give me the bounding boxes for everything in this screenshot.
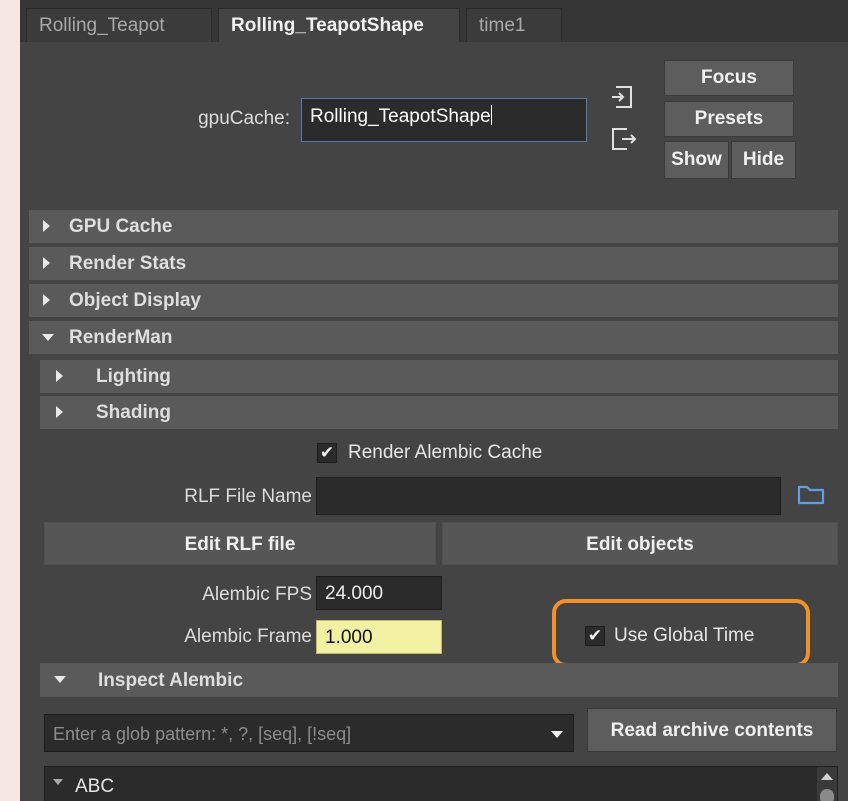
node-type-label: gpuCache: [198, 108, 290, 129]
tab-rolling-teapot-shape[interactable]: Rolling_TeapotShape [218, 8, 460, 42]
tab-time1[interactable]: time1 [466, 8, 562, 42]
section-render-stats[interactable]: Render Stats [29, 247, 838, 280]
section-title: GPU Cache [69, 216, 173, 237]
tree-scrollbar[interactable] [817, 767, 837, 801]
alembic-frame-label: Alembic Frame [184, 626, 312, 647]
attribute-editor-panel: Rolling_Teapot Rolling_TeapotShape time1… [20, 0, 848, 801]
expand-arrow-icon [43, 257, 50, 269]
render-alembic-cache-checkbox[interactable]: ✔ [317, 443, 337, 463]
section-renderman[interactable]: RenderMan [29, 321, 838, 354]
folder-icon[interactable] [796, 482, 826, 506]
text-cursor [490, 105, 492, 125]
hide-button[interactable]: Hide [731, 141, 796, 179]
rlf-file-name-field[interactable] [316, 477, 781, 515]
rlf-file-name-label: RLF File Name [184, 486, 312, 507]
expand-arrow-icon [56, 370, 63, 382]
glob-pattern-input[interactable]: Enter a glob pattern: *, ?, [seq], [!seq… [44, 714, 574, 752]
section-inspect-alembic[interactable]: Inspect Alembic [40, 663, 838, 697]
node-name-value: Rolling_TeapotShape [310, 106, 491, 127]
output-connection-icon[interactable] [610, 126, 638, 152]
section-title: Lighting [96, 366, 171, 387]
section-title: Shading [96, 402, 171, 423]
show-button[interactable]: Show [664, 141, 729, 179]
collapse-arrow-icon [54, 676, 66, 683]
section-title: Render Stats [69, 253, 187, 274]
section-object-display[interactable]: Object Display [29, 284, 838, 317]
node-tab-strip: Rolling_Teapot Rolling_TeapotShape time1 [20, 0, 848, 42]
input-connection-icon[interactable] [610, 84, 634, 110]
tree-root-item[interactable]: ABC [75, 776, 114, 798]
use-global-time-checkbox[interactable]: ✔ [585, 626, 605, 646]
scroll-thumb[interactable] [820, 789, 834, 801]
section-lighting[interactable]: Lighting [40, 360, 838, 393]
expand-arrow-icon [56, 406, 63, 418]
edit-objects-button[interactable]: Edit objects [442, 522, 838, 565]
tab-rolling-teapot[interactable]: Rolling_Teapot [26, 8, 212, 42]
presets-button[interactable]: Presets [664, 101, 794, 137]
section-title: Object Display [69, 290, 201, 311]
alembic-fps-field[interactable]: 24.000 [316, 576, 442, 610]
section-title: Inspect Alembic [98, 670, 244, 691]
collapse-arrow-icon [42, 334, 54, 341]
expand-arrow-icon [43, 220, 50, 232]
section-gpu-cache[interactable]: GPU Cache [29, 210, 838, 243]
render-alembic-cache-label: Render Alembic Cache [348, 442, 543, 463]
alembic-fps-label: Alembic FPS [202, 584, 312, 605]
focus-button[interactable]: Focus [664, 60, 794, 96]
section-shading[interactable]: Shading [40, 396, 838, 429]
edit-rlf-file-button[interactable]: Edit RLF file [44, 522, 436, 565]
expand-arrow-icon [43, 294, 50, 306]
use-global-time-label: Use Global Time [614, 625, 755, 646]
alembic-frame-field[interactable]: 1.000 [316, 620, 442, 654]
archive-tree-view[interactable]: ABC [44, 766, 838, 801]
read-archive-contents-button[interactable]: Read archive contents [587, 708, 837, 752]
node-name-field[interactable]: Rolling_TeapotShape [301, 98, 587, 142]
scroll-up-arrow-icon[interactable] [821, 773, 833, 780]
section-title: RenderMan [69, 327, 173, 348]
glob-pattern-placeholder: Enter a glob pattern: *, ?, [seq], [!seq… [53, 724, 352, 744]
tree-expand-icon[interactable] [53, 779, 63, 785]
dropdown-arrow-icon[interactable] [551, 731, 563, 738]
